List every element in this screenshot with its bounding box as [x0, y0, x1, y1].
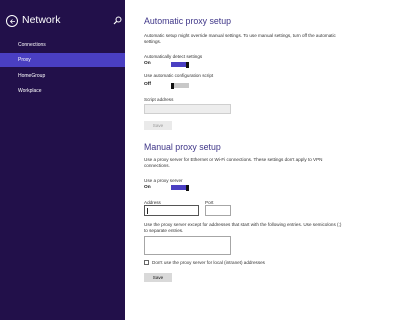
- proxy-address-input[interactable]: [144, 205, 199, 216]
- sidebar-item-connections[interactable]: Connections: [0, 38, 125, 52]
- manual-proxy-heading: Manual proxy setup: [144, 142, 221, 152]
- auto-proxy-heading: Automatic proxy setup: [144, 16, 232, 26]
- page-title: Network: [22, 14, 61, 26]
- search-icon[interactable]: [113, 16, 122, 25]
- toggle-track: [171, 185, 186, 190]
- sidebar-item-label: HomeGroup: [18, 73, 46, 79]
- auto-detect-state: On: [144, 61, 151, 66]
- auto-proxy-description: Automatic setup might override manual se…: [144, 33, 336, 44]
- sidebar: Network Connections Proxy HomeGroup Work…: [0, 0, 125, 320]
- config-script-state: Off: [144, 82, 151, 87]
- use-proxy-toggle[interactable]: [171, 184, 189, 191]
- toggle-track: [171, 62, 186, 67]
- manual-save-button[interactable]: Save: [144, 273, 172, 282]
- toggle-thumb: [186, 61, 189, 68]
- sidebar-item-label: Proxy: [18, 57, 31, 63]
- use-proxy-state: On: [144, 185, 151, 190]
- local-addresses-checkbox[interactable]: [144, 260, 149, 265]
- use-proxy-label: Use a proxy server: [144, 178, 183, 183]
- config-script-label: Use automatic configuration script: [144, 73, 214, 78]
- auto-detect-label: Automatically detect settings: [144, 54, 203, 59]
- auto-detect-toggle[interactable]: [171, 61, 189, 68]
- sidebar-item-workplace[interactable]: Workplace: [0, 84, 125, 98]
- proxy-settings-panel: Automatic proxy setup Automatic setup mi…: [125, 0, 400, 320]
- proxy-port-input[interactable]: [205, 205, 231, 216]
- auto-save-button[interactable]: Save: [144, 121, 172, 130]
- exceptions-textarea[interactable]: [144, 236, 231, 255]
- script-address-label: Script address: [144, 97, 174, 102]
- toggle-thumb: [171, 82, 174, 89]
- manual-proxy-description: Use a proxy server for Ethernet or Wi-Fi…: [144, 157, 323, 168]
- sidebar-item-homegroup[interactable]: HomeGroup: [0, 69, 125, 83]
- text-caret: [147, 208, 148, 214]
- config-script-toggle[interactable]: [171, 82, 189, 89]
- toggle-thumb: [186, 184, 189, 191]
- exceptions-label: Use the proxy server except for addresse…: [144, 222, 342, 233]
- back-button[interactable]: [6, 15, 18, 27]
- local-addresses-label: Don't use the proxy server for local (in…: [152, 260, 265, 265]
- back-arrow-icon: [9, 19, 15, 24]
- sidebar-item-label: Workplace: [18, 88, 42, 94]
- sidebar-item-proxy[interactable]: Proxy: [0, 53, 125, 67]
- toggle-track: [174, 83, 189, 88]
- sidebar-item-label: Connections: [18, 42, 46, 48]
- script-address-input[interactable]: [144, 104, 231, 114]
